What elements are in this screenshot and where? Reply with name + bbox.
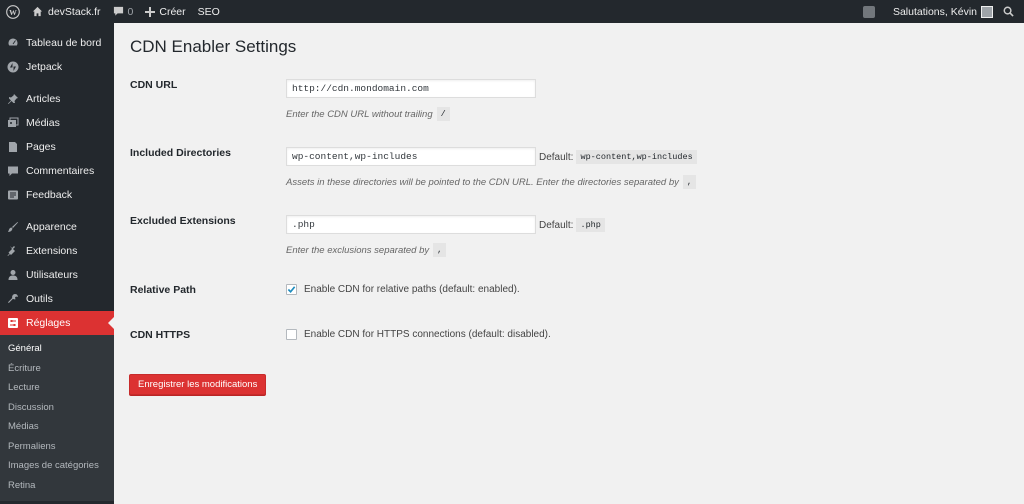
sidebar-item-dashboard[interactable]: Tableau de bord [0,31,114,55]
sidebar-item-label: Utilisateurs [26,269,78,281]
pin-icon [6,92,20,106]
settings-icon [6,316,20,330]
dashboard-icon [6,36,20,50]
cdn-https-checkbox-label: Enable CDN for HTTPS connections (defaul… [304,329,551,340]
submenu-item-retina[interactable]: Retina [0,476,114,496]
plugin-icon [6,244,20,258]
seo-label: SEO [197,5,220,18]
included-default: Default: wp-content,wp-includes [539,150,697,164]
sidebar-item-medias[interactable]: Médias [0,111,114,135]
sidebar-item-label: Jetpack [26,61,63,73]
save-button[interactable]: Enregistrer les modifications [129,374,267,395]
cdn-url-input[interactable] [286,79,536,98]
relative-path-checkbox[interactable] [286,284,297,295]
comment-icon [6,164,20,178]
sidebar-item-settings[interactable]: Réglages [0,311,114,335]
comment-bubble-icon [113,6,123,16]
excluded-default-code: .php [576,218,605,232]
admin-bar: W devStack.fr 0 Créer SEO Salutations, K… [0,0,1024,23]
sidebar-item-appearance[interactable]: Apparence [0,215,114,239]
cdn-https-label: CDN HTTPS [130,329,191,341]
included-desc-code: , [682,175,696,189]
avatar [981,5,993,18]
excluded-extensions-description: Enter the exclusions separated by , [286,243,447,257]
page-title: CDN Enabler Settings [130,37,297,56]
sidebar-item-jetpack[interactable]: Jetpack [0,55,114,79]
sidebar-item-label: Pages [26,141,56,153]
included-desc-text: Assets in these directories will be poin… [286,176,679,188]
admin-sidebar: Tableau de bord Jetpack Articles Médias … [0,23,114,504]
brush-icon [6,220,20,234]
included-directories-description: Assets in these directories will be poin… [286,175,696,189]
sidebar-item-pages[interactable]: Pages [0,135,114,159]
sidebar-item-extensions[interactable]: Extensions [0,239,114,263]
feedback-icon [6,188,20,202]
main-content: CDN Enabler Settings CDN URL Enter the C… [114,23,1024,504]
submenu-item-media[interactable]: Médias [0,417,114,437]
greeting-text: Salutations, Kévin [892,5,977,18]
sidebar-item-label: Médias [26,117,60,129]
submenu-item-general[interactable]: Général [0,339,114,359]
included-directories-label: Included Directories [130,147,231,159]
notification-icon[interactable] [857,0,887,23]
jetpack-icon [6,60,20,74]
wrench-icon [6,292,20,306]
excluded-desc-code: , [433,243,447,257]
submenu-item-writing[interactable]: Écriture [0,359,114,379]
relative-path-option: Enable CDN for relative paths (default: … [286,284,520,295]
cdn-https-option: Enable CDN for HTTPS connections (defaul… [286,329,551,340]
home-icon [32,6,43,17]
cdn-url-desc-code: / [436,107,450,121]
included-directories-input[interactable] [286,147,536,166]
sidebar-item-feedback[interactable]: Feedback [0,183,114,207]
excluded-desc-text: Enter the exclusions separated by [286,244,430,256]
comments-count: 0 [127,5,134,18]
sidebar-item-label: Tableau de bord [26,37,102,49]
user-icon [6,268,20,282]
new-label: Créer [159,5,186,18]
relative-path-label: Relative Path [130,284,196,296]
included-default-code: wp-content,wp-includes [576,150,697,164]
checkmark-icon [287,286,296,293]
page-icon [6,140,20,154]
settings-submenu: Général Écriture Lecture Discussion Médi… [0,335,114,501]
submenu-item-permalinks[interactable]: Permaliens [0,437,114,457]
sidebar-item-label: Extensions [26,245,78,257]
relative-path-checkbox-label: Enable CDN for relative paths (default: … [304,284,520,295]
excluded-extensions-label: Excluded Extensions [130,215,236,227]
search-icon[interactable] [997,0,1024,23]
sidebar-item-users[interactable]: Utilisateurs [0,263,114,287]
site-name: devStack.fr [48,5,101,18]
cdn-url-description: Enter the CDN URL without trailing / [286,107,450,121]
wordpress-logo-icon[interactable]: W [0,0,26,23]
new-content-menu[interactable]: Créer [139,0,191,23]
sidebar-item-label: Commentaires [26,165,95,177]
cdn-https-checkbox[interactable] [286,329,297,340]
svg-text:W: W [9,7,17,16]
media-icon [6,116,20,130]
submenu-item-category-images[interactable]: Images de catégories [0,456,114,476]
cdn-url-label: CDN URL [130,79,178,91]
account-menu[interactable]: Salutations, Kévin [887,0,997,23]
submenu-item-reading[interactable]: Lecture [0,378,114,398]
excluded-default: Default: .php [539,218,605,232]
submenu-item-discussion[interactable]: Discussion [0,398,114,418]
sidebar-item-tools[interactable]: Outils [0,287,114,311]
sidebar-item-articles[interactable]: Articles [0,87,114,111]
cdn-url-desc-text: Enter the CDN URL without trailing [286,108,433,120]
sidebar-item-label: Réglages [26,317,71,329]
sidebar-item-label: Outils [26,293,53,305]
included-default-label: Default: [539,151,574,163]
sidebar-item-label: Apparence [26,221,77,233]
excluded-default-label: Default: [539,219,574,231]
seo-menu[interactable]: SEO [192,0,226,23]
sidebar-item-comments[interactable]: Commentaires [0,159,114,183]
site-name-link[interactable]: devStack.fr [26,0,107,23]
sidebar-item-label: Articles [26,93,61,105]
excluded-extensions-input[interactable] [286,215,536,234]
comments-link[interactable]: 0 [107,0,140,23]
plus-icon [145,6,156,17]
sidebar-item-label: Feedback [26,189,73,201]
